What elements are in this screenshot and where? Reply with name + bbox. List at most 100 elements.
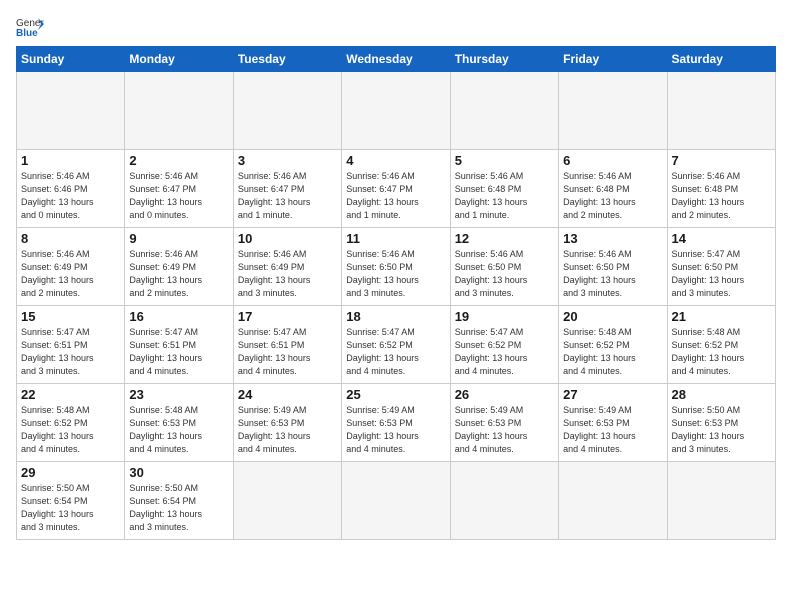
- calendar-cell: [667, 462, 775, 540]
- day-info: Sunrise: 5:46 AM Sunset: 6:49 PM Dayligh…: [238, 248, 337, 300]
- calendar-cell: 22 Sunrise: 5:48 AM Sunset: 6:52 PM Dayli…: [17, 384, 125, 462]
- calendar-cell: 17Sunrise: 5:47 AM Sunset: 6:51 PM Dayli…: [233, 306, 341, 384]
- day-number: 10: [238, 231, 337, 246]
- day-info: Sunrise: 5:46 AM Sunset: 6:47 PM Dayligh…: [238, 170, 337, 222]
- day-info: Sunrise: 5:46 AM Sunset: 6:49 PM Dayligh…: [21, 248, 120, 300]
- day-info: Sunrise: 5:47 AM Sunset: 6:50 PM Dayligh…: [672, 248, 771, 300]
- day-info: Sunrise: 5:46 AM Sunset: 6:46 PM Dayligh…: [21, 170, 120, 222]
- calendar-cell: 24Sunrise: 5:49 AM Sunset: 6:53 PM Dayli…: [233, 384, 341, 462]
- day-info: Sunrise: 5:50 AM Sunset: 6:53 PM Dayligh…: [672, 404, 771, 456]
- day-info: Sunrise: 5:49 AM Sunset: 6:53 PM Dayligh…: [346, 404, 445, 456]
- calendar-cell: 1 Sunrise: 5:46 AM Sunset: 6:46 PM Daylig…: [17, 150, 125, 228]
- weekday-header-monday: Monday: [125, 47, 233, 72]
- day-number: 25: [346, 387, 445, 402]
- day-info: Sunrise: 5:46 AM Sunset: 6:47 PM Dayligh…: [129, 170, 228, 222]
- day-number: 9: [129, 231, 228, 246]
- day-number: 5: [455, 153, 554, 168]
- calendar-cell: 10 Sunrise: 5:46 AM Sunset: 6:49 PM Dayli…: [233, 228, 341, 306]
- calendar-cell: 18 Sunrise: 5:47 AM Sunset: 6:52 PM Dayli…: [342, 306, 450, 384]
- calendar-cell: 21 Sunrise: 5:48 AM Sunset: 6:52 PM Dayli…: [667, 306, 775, 384]
- calendar-cell: 4 Sunrise: 5:46 AM Sunset: 6:47 PM Daylig…: [342, 150, 450, 228]
- calendar-cell: [17, 72, 125, 150]
- day-info: Sunrise: 5:46 AM Sunset: 6:47 PM Dayligh…: [346, 170, 445, 222]
- calendar-cell: 20 Sunrise: 5:48 AM Sunset: 6:52 PM Dayli…: [559, 306, 667, 384]
- calendar-cell: 27Sunrise: 5:49 AM Sunset: 6:53 PM Dayli…: [559, 384, 667, 462]
- calendar-cell: 5 Sunrise: 5:46 AM Sunset: 6:48 PM Daylig…: [450, 150, 558, 228]
- svg-text:Blue: Blue: [16, 28, 38, 38]
- page-header: General Blue: [16, 16, 776, 38]
- calendar-cell: [342, 72, 450, 150]
- calendar-cell: 13 Sunrise: 5:46 AM Sunset: 6:50 PM Dayli…: [559, 228, 667, 306]
- calendar-cell: [342, 462, 450, 540]
- logo-icon: General Blue: [16, 16, 44, 38]
- day-info: Sunrise: 5:46 AM Sunset: 6:48 PM Dayligh…: [563, 170, 662, 222]
- calendar-cell: 2 Sunrise: 5:46 AM Sunset: 6:47 PM Daylig…: [125, 150, 233, 228]
- day-info: Sunrise: 5:47 AM Sunset: 6:51 PM Dayligh…: [129, 326, 228, 378]
- calendar-cell: 7 Sunrise: 5:46 AM Sunset: 6:48 PM Daylig…: [667, 150, 775, 228]
- day-info: Sunrise: 5:46 AM Sunset: 6:48 PM Dayligh…: [455, 170, 554, 222]
- day-info: Sunrise: 5:47 AM Sunset: 6:52 PM Dayligh…: [346, 326, 445, 378]
- day-number: 29: [21, 465, 120, 480]
- calendar-cell: 25 Sunrise: 5:49 AM Sunset: 6:53 PM Dayli…: [342, 384, 450, 462]
- day-info: Sunrise: 5:48 AM Sunset: 6:52 PM Dayligh…: [21, 404, 120, 456]
- calendar-cell: 3Sunrise: 5:46 AM Sunset: 6:47 PM Daylig…: [233, 150, 341, 228]
- day-number: 1: [21, 153, 120, 168]
- calendar-cell: 8 Sunrise: 5:46 AM Sunset: 6:49 PM Daylig…: [17, 228, 125, 306]
- weekday-header-thursday: Thursday: [450, 47, 558, 72]
- calendar-cell: [233, 462, 341, 540]
- calendar-cell: 28 Sunrise: 5:50 AM Sunset: 6:53 PM Dayli…: [667, 384, 775, 462]
- day-info: Sunrise: 5:47 AM Sunset: 6:51 PM Dayligh…: [21, 326, 120, 378]
- day-number: 28: [672, 387, 771, 402]
- calendar-cell: [559, 72, 667, 150]
- day-info: Sunrise: 5:46 AM Sunset: 6:50 PM Dayligh…: [563, 248, 662, 300]
- day-number: 7: [672, 153, 771, 168]
- day-number: 23: [129, 387, 228, 402]
- day-number: 17: [238, 309, 337, 324]
- calendar-cell: 9 Sunrise: 5:46 AM Sunset: 6:49 PM Daylig…: [125, 228, 233, 306]
- day-info: Sunrise: 5:46 AM Sunset: 6:50 PM Dayligh…: [346, 248, 445, 300]
- calendar-cell: 11 Sunrise: 5:46 AM Sunset: 6:50 PM Dayli…: [342, 228, 450, 306]
- day-info: Sunrise: 5:48 AM Sunset: 6:52 PM Dayligh…: [672, 326, 771, 378]
- calendar-cell: [233, 72, 341, 150]
- day-number: 19: [455, 309, 554, 324]
- day-info: Sunrise: 5:49 AM Sunset: 6:53 PM Dayligh…: [455, 404, 554, 456]
- day-info: Sunrise: 5:46 AM Sunset: 6:48 PM Dayligh…: [672, 170, 771, 222]
- calendar-cell: 6 Sunrise: 5:46 AM Sunset: 6:48 PM Daylig…: [559, 150, 667, 228]
- day-number: 21: [672, 309, 771, 324]
- day-info: Sunrise: 5:50 AM Sunset: 6:54 PM Dayligh…: [21, 482, 120, 534]
- calendar: SundayMondayTuesdayWednesdayThursdayFrid…: [16, 46, 776, 540]
- calendar-cell: [450, 462, 558, 540]
- calendar-cell: 26Sunrise: 5:49 AM Sunset: 6:53 PM Dayli…: [450, 384, 558, 462]
- day-number: 20: [563, 309, 662, 324]
- day-number: 6: [563, 153, 662, 168]
- day-number: 18: [346, 309, 445, 324]
- calendar-cell: [450, 72, 558, 150]
- day-number: 14: [672, 231, 771, 246]
- calendar-cell: [667, 72, 775, 150]
- day-number: 13: [563, 231, 662, 246]
- day-number: 4: [346, 153, 445, 168]
- calendar-cell: 14 Sunrise: 5:47 AM Sunset: 6:50 PM Dayli…: [667, 228, 775, 306]
- calendar-cell: [559, 462, 667, 540]
- calendar-cell: 23Sunrise: 5:48 AM Sunset: 6:53 PM Dayli…: [125, 384, 233, 462]
- day-number: 30: [129, 465, 228, 480]
- day-number: 22: [21, 387, 120, 402]
- day-info: Sunrise: 5:46 AM Sunset: 6:50 PM Dayligh…: [455, 248, 554, 300]
- weekday-header-wednesday: Wednesday: [342, 47, 450, 72]
- day-info: Sunrise: 5:48 AM Sunset: 6:52 PM Dayligh…: [563, 326, 662, 378]
- day-number: 2: [129, 153, 228, 168]
- day-number: 8: [21, 231, 120, 246]
- day-number: 15: [21, 309, 120, 324]
- calendar-cell: 15 Sunrise: 5:47 AM Sunset: 6:51 PM Dayli…: [17, 306, 125, 384]
- day-info: Sunrise: 5:47 AM Sunset: 6:52 PM Dayligh…: [455, 326, 554, 378]
- day-number: 24: [238, 387, 337, 402]
- weekday-header-friday: Friday: [559, 47, 667, 72]
- logo: General Blue: [16, 16, 44, 38]
- day-info: Sunrise: 5:50 AM Sunset: 6:54 PM Dayligh…: [129, 482, 228, 534]
- calendar-cell: 12Sunrise: 5:46 AM Sunset: 6:50 PM Dayli…: [450, 228, 558, 306]
- calendar-cell: 30 Sunrise: 5:50 AM Sunset: 6:54 PM Dayli…: [125, 462, 233, 540]
- day-info: Sunrise: 5:46 AM Sunset: 6:49 PM Dayligh…: [129, 248, 228, 300]
- calendar-cell: 19 Sunrise: 5:47 AM Sunset: 6:52 PM Dayli…: [450, 306, 558, 384]
- day-number: 11: [346, 231, 445, 246]
- day-info: Sunrise: 5:49 AM Sunset: 6:53 PM Dayligh…: [563, 404, 662, 456]
